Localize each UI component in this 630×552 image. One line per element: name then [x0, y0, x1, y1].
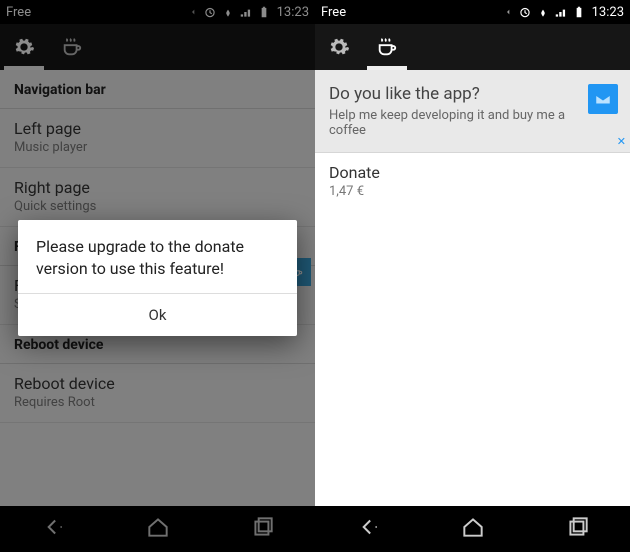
donate-content: Do you like the app? Help me keep develo…: [315, 70, 630, 506]
coffee-icon: [376, 36, 398, 58]
signal-icon: [554, 5, 568, 19]
android-navbar: [315, 506, 630, 552]
item-title: Donate: [329, 163, 616, 182]
item-sub: Requires Root: [14, 395, 301, 410]
tab-settings[interactable]: [0, 24, 48, 70]
tab-settings[interactable]: [315, 24, 363, 70]
item-sub: Quick settings: [14, 199, 301, 214]
list-item[interactable]: Right page Quick settings: [0, 168, 315, 227]
card-sub: Help me keep developing it and buy me a …: [329, 108, 570, 138]
alarm-icon: [203, 5, 217, 19]
promo-card[interactable]: Do you like the app? Help me keep develo…: [315, 70, 630, 153]
carrier-label: Free: [6, 5, 31, 20]
home-button[interactable]: [145, 514, 171, 544]
section-header-navbar: Navigation bar: [0, 70, 315, 109]
tab-donate[interactable]: [363, 24, 411, 70]
donate-item[interactable]: Donate 1,47 €: [315, 153, 630, 211]
battery-icon: [572, 5, 586, 19]
item-sub: Music player: [14, 140, 301, 155]
mute-icon: [500, 5, 514, 19]
close-icon[interactable]: ✕: [617, 135, 626, 148]
phone-right: Free 13:23 Do you like the app? Help me …: [315, 0, 630, 552]
back-button[interactable]: [355, 514, 381, 544]
app-header: [0, 24, 315, 70]
dialog-message: Please upgrade to the donate version to …: [18, 220, 297, 293]
clock: 13:23: [592, 5, 624, 20]
wifi-icon: [221, 5, 235, 19]
back-button[interactable]: [40, 514, 66, 544]
envelope-icon: [594, 90, 612, 108]
alarm-icon: [518, 5, 532, 19]
item-title: Left page: [14, 119, 301, 138]
item-sub: 1,47 €: [329, 184, 616, 199]
battery-icon: [257, 5, 271, 19]
status-icons: 13:23: [185, 5, 309, 20]
carrier-label: Free: [321, 5, 346, 20]
status-bar: Free 13:23: [315, 0, 630, 24]
tab-donate[interactable]: [48, 24, 96, 70]
recents-button[interactable]: [250, 514, 276, 544]
clock: 13:23: [277, 5, 309, 20]
recents-button[interactable]: [565, 514, 591, 544]
card-title: Do you like the app?: [329, 84, 570, 104]
app-header: [315, 24, 630, 70]
item-title: Reboot device: [14, 374, 301, 393]
signal-icon: [239, 5, 253, 19]
wifi-icon: [536, 5, 550, 19]
coffee-icon: [61, 36, 83, 58]
item-title: Right page: [14, 178, 301, 197]
upgrade-dialog: Please upgrade to the donate version to …: [18, 220, 297, 336]
card-icon-box: [588, 84, 618, 114]
status-bar: Free 13:23: [0, 0, 315, 24]
android-navbar: [0, 506, 315, 552]
list-item[interactable]: Reboot device Requires Root: [0, 364, 315, 423]
gear-icon: [13, 36, 35, 58]
mute-icon: [185, 5, 199, 19]
home-button[interactable]: [460, 514, 486, 544]
status-icons: 13:23: [500, 5, 624, 20]
ok-button[interactable]: Ok: [18, 294, 297, 336]
gear-icon: [328, 36, 350, 58]
phone-left: Free 13:23 Navigation bar Left page: [0, 0, 315, 552]
list-item[interactable]: Left page Music player: [0, 109, 315, 168]
